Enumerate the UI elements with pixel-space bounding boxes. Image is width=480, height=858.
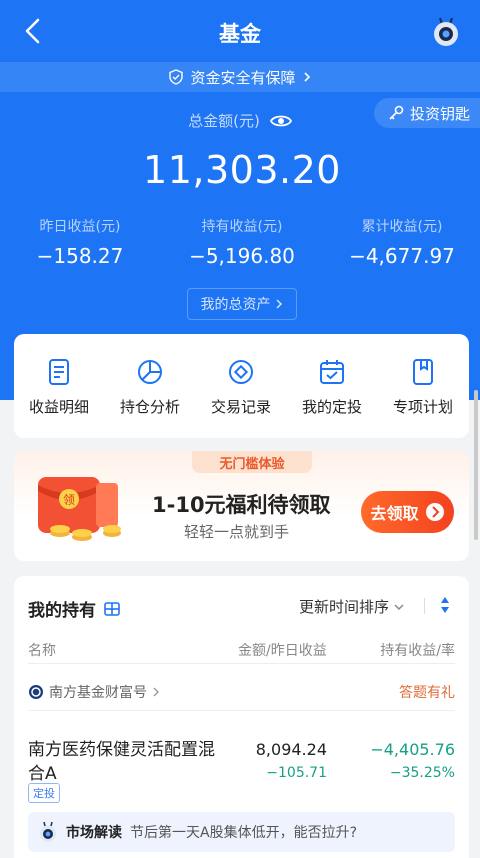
- safety-banner[interactable]: 资金安全有保障: [0, 62, 480, 92]
- arrow-right-circle-icon: [425, 503, 444, 521]
- welfare-promo-card[interactable]: 无门槛体验 领 1-10元福利待领取 轻轻一点就到手 去领取: [14, 451, 469, 561]
- fixed-invest-tag: 定投: [28, 783, 60, 803]
- quick-action-my-fixed-invest[interactable]: 我的定投: [287, 358, 377, 417]
- page-title: 基金: [219, 22, 261, 46]
- document-icon: [49, 359, 69, 385]
- divider: [28, 663, 455, 664]
- quiz-reward-link[interactable]: 答题有礼: [399, 682, 455, 702]
- scrollbar[interactable]: [474, 390, 478, 540]
- quick-action-earnings-detail[interactable]: 收益明细: [14, 358, 104, 417]
- safety-text: 资金安全有保障: [190, 68, 296, 87]
- chevron-right-icon: [275, 299, 282, 309]
- fund-name: 南方医药保健灵活配置混合A: [28, 740, 215, 784]
- holding-earnings: 持有收益(元) −5,196.80: [189, 219, 295, 268]
- total-amount-label: 总金额(元): [0, 110, 480, 131]
- robot-assistant-icon[interactable]: [432, 16, 460, 48]
- eye-icon[interactable]: [269, 113, 292, 129]
- quick-action-special-plan[interactable]: 专项计划: [378, 358, 468, 417]
- promo-subtitle: 轻轻一点就到手: [184, 523, 290, 541]
- sort-order-icon[interactable]: [440, 596, 450, 614]
- robot-assistant-icon: [40, 821, 56, 842]
- claim-button[interactable]: 去领取: [361, 491, 454, 533]
- quick-action-transaction-records[interactable]: 交易记录: [196, 358, 286, 417]
- fund-amount: 8,094.24: [255, 740, 327, 759]
- promo-title: 1-10元福利待领取: [152, 493, 331, 517]
- promo-tag: 无门槛体验: [192, 451, 312, 473]
- nav-bar: 基金: [0, 0, 480, 64]
- fund-company-logo-icon: [29, 685, 43, 699]
- grid-view-icon[interactable]: [104, 601, 120, 616]
- quick-action-position-analysis[interactable]: 持仓分析: [105, 358, 195, 417]
- divider: [28, 710, 455, 711]
- market-insight-bar[interactable]: 市场解读 节后第一天A股集体低开，能否拉升?: [28, 812, 455, 852]
- holdings-title: 我的持有: [28, 596, 120, 621]
- svg-text:领: 领: [63, 493, 75, 507]
- column-profit: 持有收益/率: [380, 643, 455, 659]
- chevron-right-icon: [153, 687, 159, 697]
- coin-icon: [229, 360, 253, 384]
- shield-icon: [169, 69, 184, 85]
- fund-holding-rate: −35.25%: [389, 765, 455, 781]
- cumulative-earnings: 累计收益(元) −4,677.97: [349, 219, 455, 268]
- chevron-right-icon: [303, 72, 310, 82]
- divider: [424, 598, 425, 614]
- red-envelope-icon: 领: [38, 477, 121, 541]
- holdings-card: 我的持有 更新时间排序 名称 金额/昨日收益 持有收益/率 南方基金财富号 答题…: [14, 576, 469, 858]
- total-amount: 11,303.20: [143, 148, 341, 192]
- market-insight-text: 节后第一天A股集体低开，能否拉升?: [130, 825, 358, 841]
- chevron-down-icon: [394, 603, 404, 610]
- market-insight-title: 市场解读: [66, 825, 122, 841]
- fund-holding-profit: −4,405.76: [370, 740, 455, 759]
- yesterday-earnings: 昨日收益(元) −158.27: [36, 219, 124, 268]
- fund-yesterday-earnings: −105.71: [266, 765, 327, 781]
- column-amount: 金额/昨日收益: [238, 643, 327, 659]
- pie-chart-icon: [138, 360, 162, 384]
- fund-company-link[interactable]: 南方基金财富号: [28, 682, 160, 702]
- column-name: 名称: [28, 643, 56, 659]
- sort-dropdown[interactable]: 更新时间排序: [299, 596, 405, 617]
- calendar-icon: [320, 360, 344, 384]
- bookmark-icon: [413, 359, 433, 385]
- total-assets-button[interactable]: 我的总资产: [187, 288, 297, 320]
- quick-actions-card: 收益明细 持仓分析 交易记录 我的定投 专项计划: [14, 334, 469, 438]
